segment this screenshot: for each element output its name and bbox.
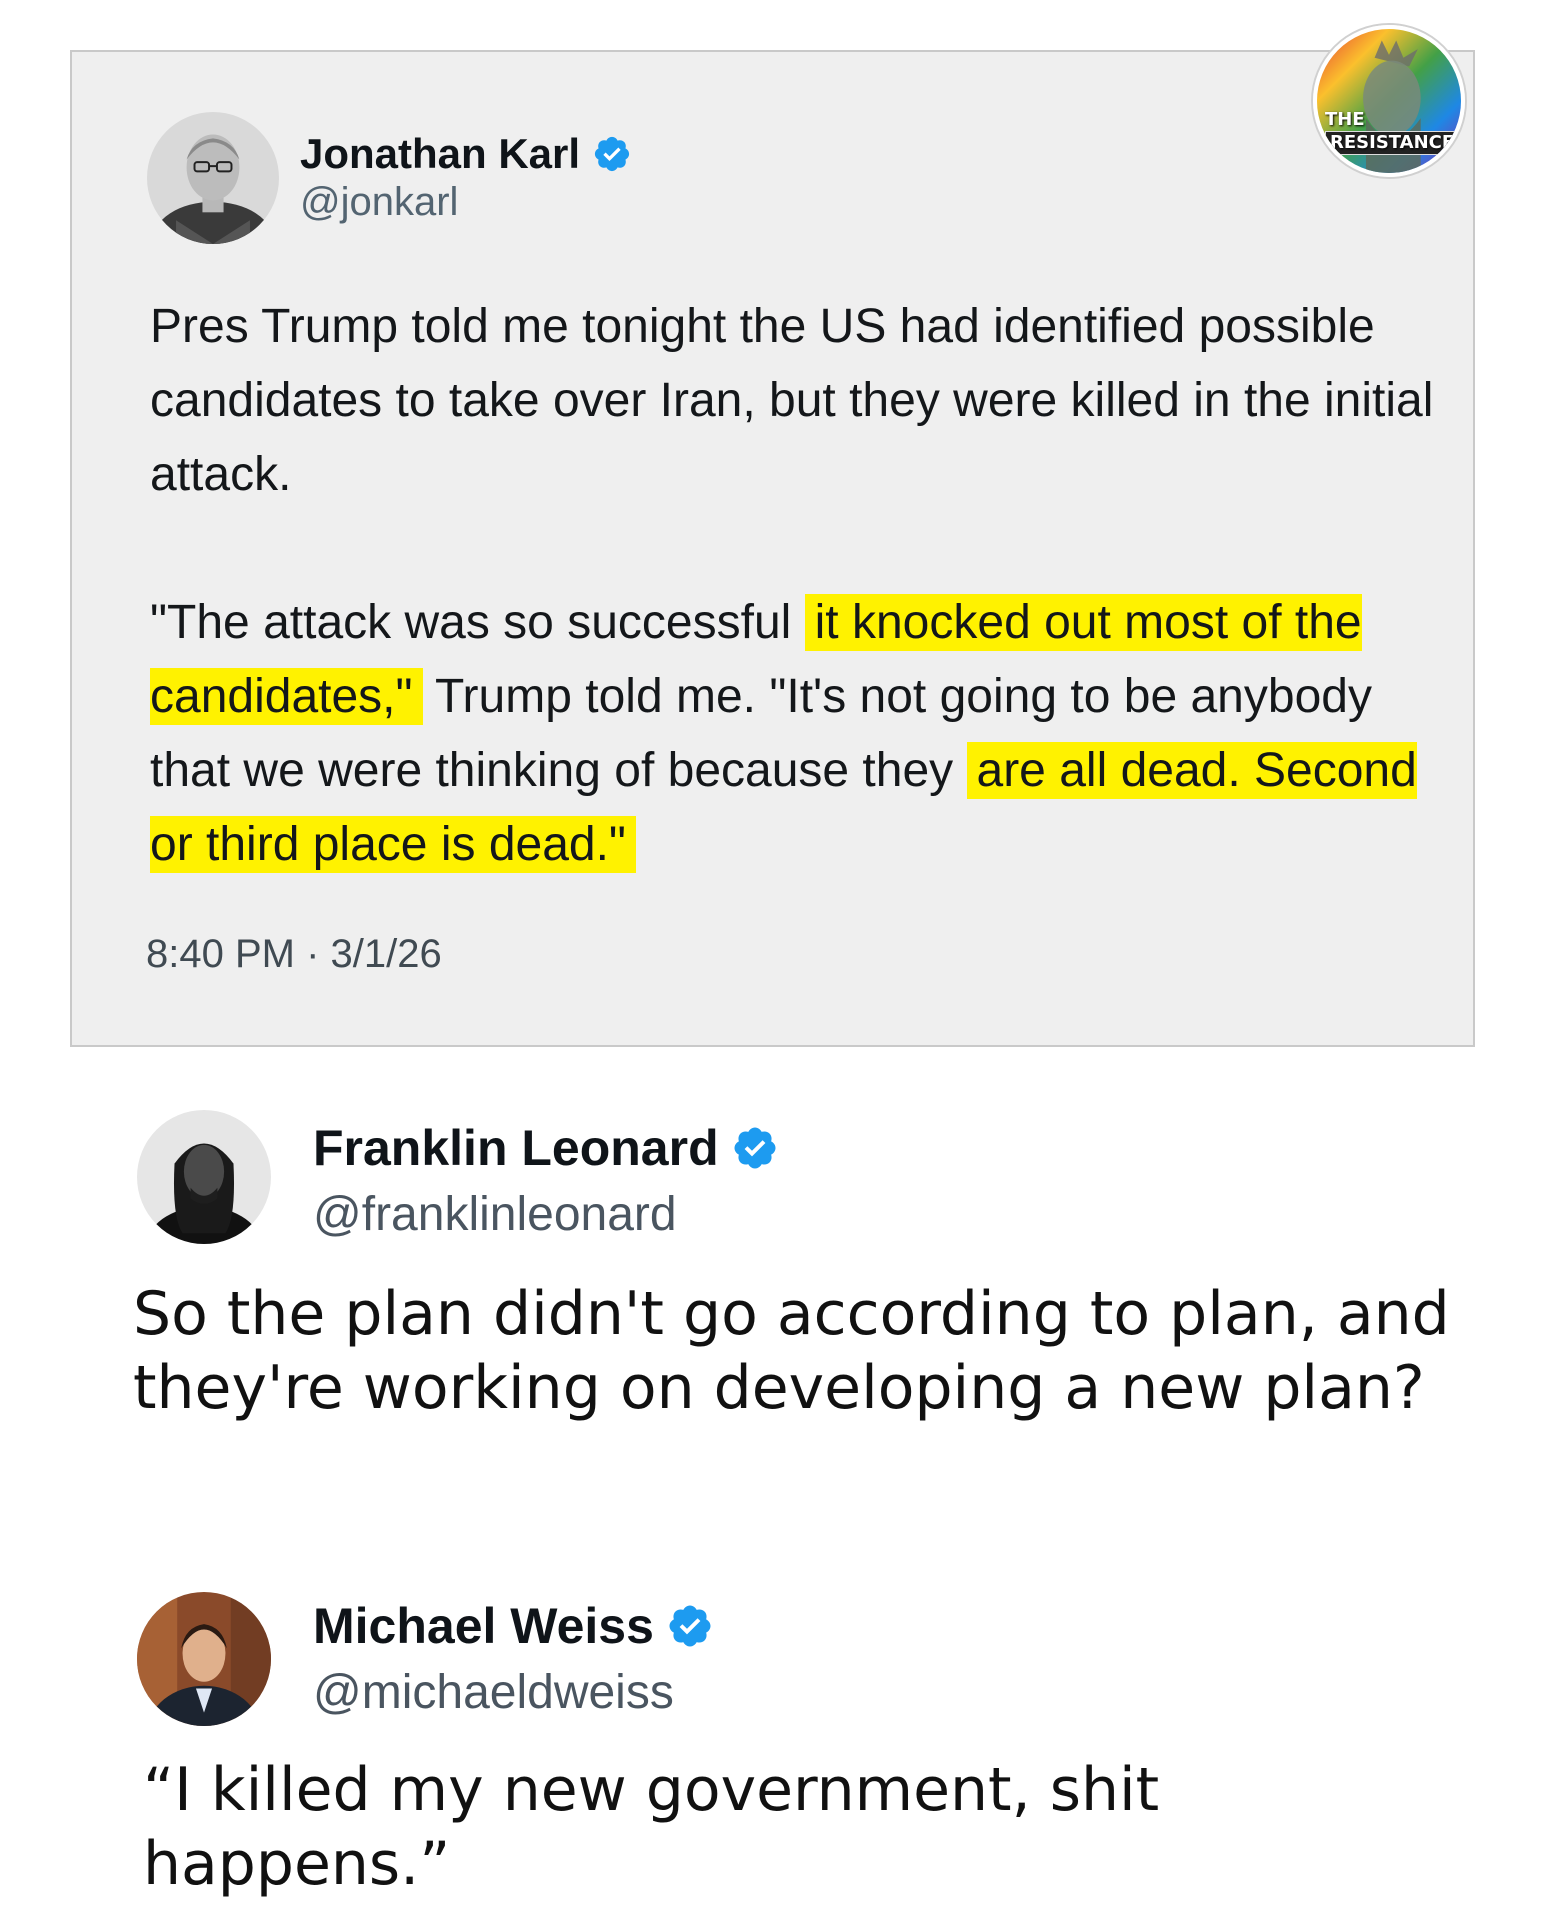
- reply-text: “I killed my new government, shit happen…: [143, 1755, 1160, 1899]
- logo-text: THE RESISTANCE: [1325, 109, 1461, 155]
- logo-line: RESISTANCE: [1325, 131, 1460, 155]
- quoted-tweet-card[interactable]: Jonathan Karl @jonkarl Pres Trump told m…: [70, 50, 1475, 1047]
- tweet-paragraph-2: "The attack was so successful it knocked…: [150, 586, 1440, 882]
- quote-text: "The attack was so successful: [150, 596, 805, 649]
- author-name[interactable]: Franklin Leonard: [313, 1119, 719, 1177]
- author-row: Michael Weiss: [313, 1595, 714, 1657]
- reply-text: So the plan didn't go according to plan,…: [133, 1279, 1450, 1423]
- tweet-paragraph-1: Pres Trump told me tonight the US had id…: [150, 300, 1434, 501]
- author-handle[interactable]: @franklinleonard: [313, 1187, 677, 1242]
- avatar[interactable]: [137, 1110, 271, 1244]
- author-row: Franklin Leonard: [313, 1117, 779, 1179]
- avatar[interactable]: [137, 1592, 271, 1726]
- author-handle[interactable]: @jonkarl: [300, 180, 458, 225]
- author-row: Jonathan Karl: [300, 126, 632, 182]
- tweet-text: Pres Trump told me tonight the US had id…: [150, 290, 1440, 882]
- verified-badge-icon: [731, 1124, 779, 1172]
- author-handle[interactable]: @michaeldweiss: [313, 1665, 674, 1720]
- resistance-logo: THE RESISTANCE: [1313, 25, 1465, 177]
- author-name[interactable]: Jonathan Karl: [300, 130, 580, 178]
- author-name[interactable]: Michael Weiss: [313, 1597, 654, 1655]
- screenshot-collage: Jonathan Karl @jonkarl Pres Trump told m…: [0, 0, 1545, 1931]
- tweet-timestamp[interactable]: 8:40 PM · 3/1/26: [146, 932, 442, 977]
- verified-badge-icon: [592, 134, 632, 174]
- verified-badge-icon: [666, 1602, 714, 1650]
- logo-line: THE: [1325, 109, 1365, 130]
- avatar[interactable]: [147, 112, 279, 244]
